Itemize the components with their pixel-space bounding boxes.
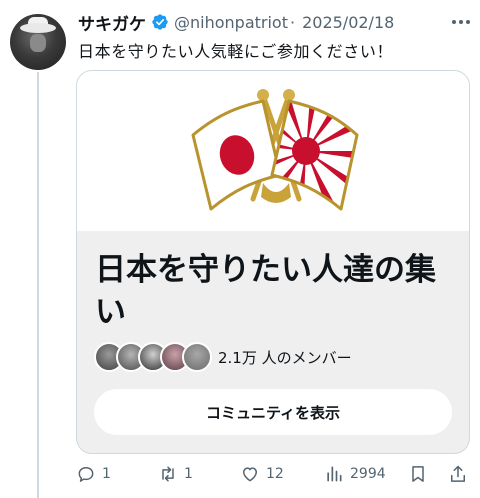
heart-icon	[243, 467, 257, 482]
view-community-button[interactable]: コミュニティを表示	[94, 389, 452, 435]
more-options-icon[interactable]	[450, 12, 472, 32]
crossed-flags-pin-icon	[191, 89, 359, 211]
meta-separator: ·	[289, 12, 296, 32]
views-button[interactable]: 2994	[324, 460, 386, 488]
reply-count: 1	[102, 466, 111, 482]
like-button[interactable]: 12	[240, 460, 284, 488]
tweet-actions-bar: 1 1 12 2994	[74, 460, 474, 488]
verified-badge-icon	[152, 14, 168, 30]
thread-connector-line	[37, 72, 39, 498]
views-chart-icon	[327, 466, 342, 482]
reply-icon	[78, 467, 94, 482]
share-button[interactable]	[448, 460, 468, 488]
retweet-icon	[162, 466, 174, 482]
bookmark-button[interactable]	[408, 460, 428, 488]
reply-button[interactable]: 1	[76, 460, 111, 488]
like-count: 12	[266, 466, 284, 482]
retweet-button[interactable]: 1	[158, 460, 193, 488]
community-banner	[77, 71, 469, 231]
member-summary[interactable]: 2.1万 人のメンバー	[94, 339, 352, 375]
retweet-count: 1	[184, 466, 193, 482]
tweet-text: 日本を守りたい人気軽にご参加ください！	[78, 42, 394, 61]
community-title[interactable]: 日本を守りたい人達の集い	[95, 249, 455, 333]
tweet-date[interactable]: 2025/02/18	[302, 13, 394, 32]
author-handle[interactable]: @nihonpatriot	[174, 13, 288, 32]
views-count: 2994	[350, 466, 386, 482]
community-card[interactable]: 日本を守りたい人達の集い 2.1万 人のメンバー コミュニティを表示	[76, 70, 470, 454]
tweet-header: サキガケ @nihonpatriot · 2025/02/18	[78, 10, 394, 35]
share-icon	[451, 465, 465, 482]
member-count: 2.1万 人のメンバー	[218, 348, 352, 367]
author-avatar[interactable]	[10, 14, 66, 70]
author-display-name[interactable]: サキガケ	[78, 10, 146, 35]
member-avatar	[182, 342, 212, 372]
bookmark-icon	[412, 466, 424, 482]
